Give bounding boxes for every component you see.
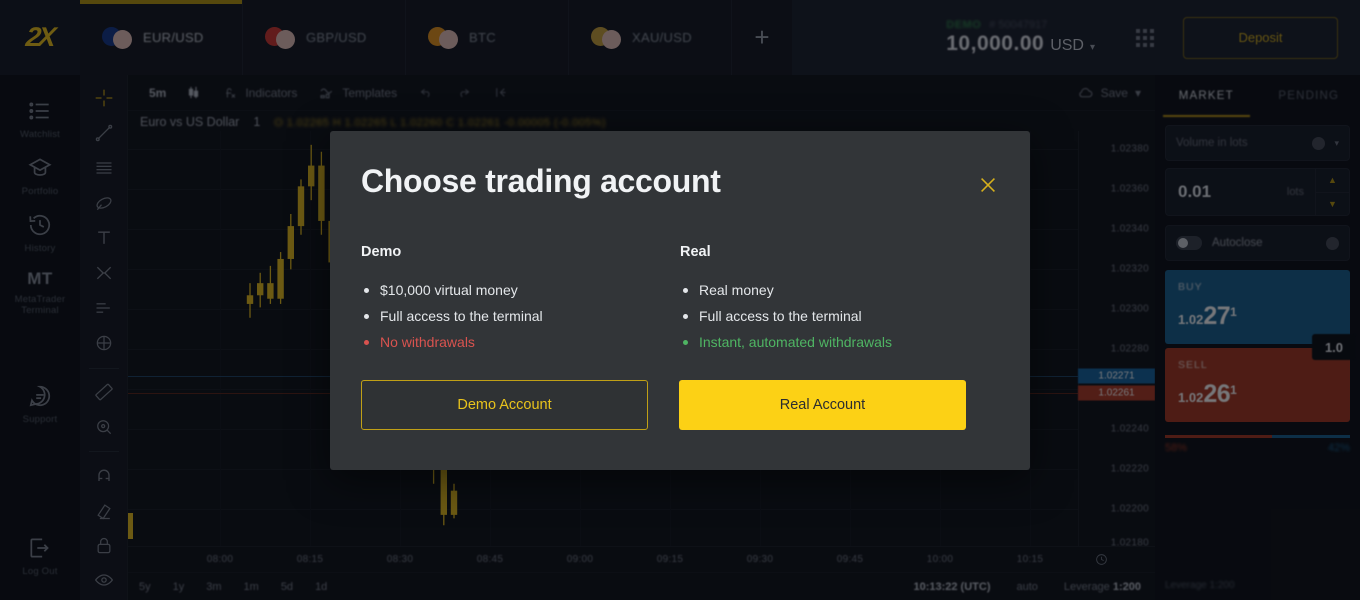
list-item: $10,000 virtual money [361, 277, 680, 303]
demo-account-button[interactable]: Demo Account [361, 380, 648, 430]
real-heading: Real [680, 244, 711, 260]
choose-account-modal: Choose trading account Demo $10,000 virt… [330, 131, 1030, 470]
demo-heading: Demo [361, 244, 402, 260]
list-item: Instant, automated withdrawals [680, 329, 999, 355]
list-item: Real money [680, 277, 999, 303]
account-options: Demo $10,000 virtual money Full access t… [361, 244, 999, 355]
list-item: Full access to the terminal [680, 303, 999, 329]
close-x-icon[interactable] [976, 173, 1000, 197]
page-title: Choose trading account [361, 163, 721, 199]
demo-column: Demo $10,000 virtual money Full access t… [361, 244, 680, 355]
modal-actions: Demo Account Real Account [361, 380, 999, 430]
real-column: Real Real money Full access to the termi… [680, 244, 999, 355]
real-account-button[interactable]: Real Account [679, 380, 966, 430]
real-feature-list: Real money Full access to the terminal I… [680, 277, 999, 355]
trading-terminal: 2X EUR/USD GBP/USD BTC [0, 0, 1360, 600]
list-item: Full access to the terminal [361, 303, 680, 329]
list-item: No withdrawals [361, 329, 680, 355]
demo-feature-list: $10,000 virtual money Full access to the… [361, 277, 680, 355]
